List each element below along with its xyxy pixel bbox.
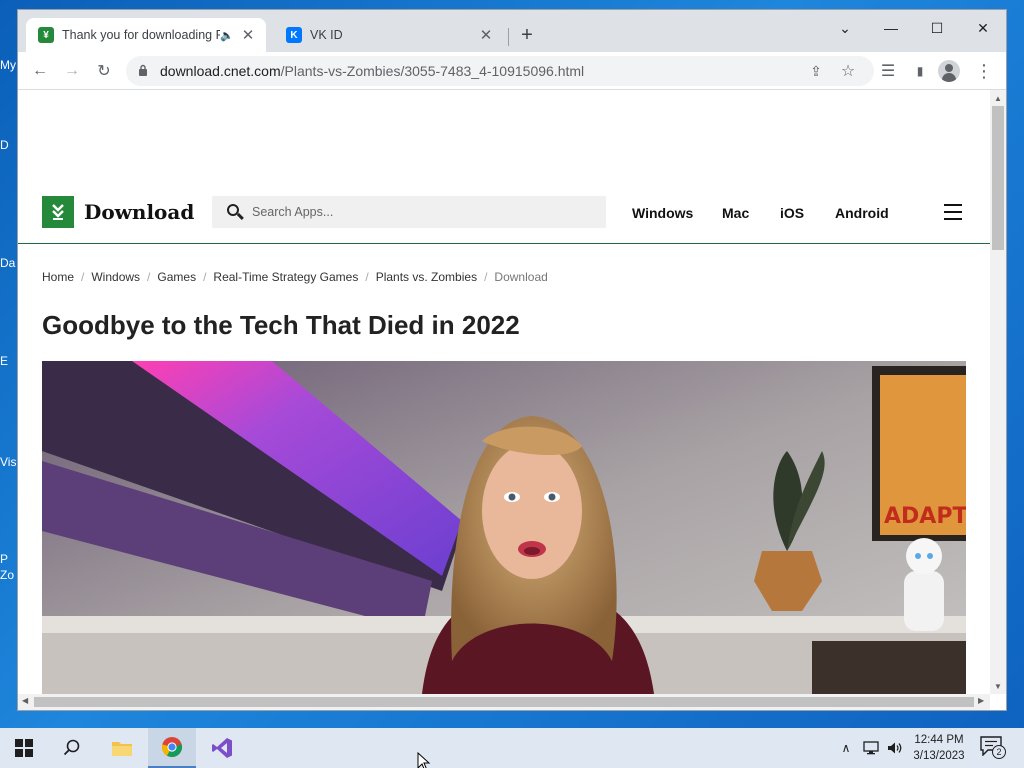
desktop-icon-label[interactable]: D bbox=[0, 138, 18, 152]
desktop-icon-label[interactable]: P bbox=[0, 552, 18, 566]
tab-vk-id[interactable]: K VK ID ✕ bbox=[274, 18, 504, 52]
search-icon[interactable] bbox=[226, 203, 244, 221]
download-logo-icon bbox=[42, 196, 74, 228]
network-icon[interactable] bbox=[862, 738, 880, 758]
video-player[interactable]: ADAPT bbox=[42, 361, 966, 694]
speaker-icon[interactable]: 🔈 bbox=[220, 29, 234, 42]
tab-divider bbox=[508, 28, 509, 46]
new-tab-button[interactable]: + bbox=[516, 24, 538, 46]
lock-icon[interactable] bbox=[138, 64, 150, 79]
start-button[interactable] bbox=[0, 728, 48, 768]
vertical-scrollbar-thumb[interactable] bbox=[992, 106, 1004, 250]
windows-logo-icon bbox=[15, 739, 33, 757]
bookmark-star-icon[interactable]: ☆ bbox=[838, 61, 858, 81]
close-tab-icon[interactable]: ✕ bbox=[478, 27, 494, 44]
scroll-up-arrow-icon[interactable]: ▲ bbox=[994, 94, 1002, 103]
nav-mac[interactable]: Mac bbox=[722, 205, 749, 221]
search-input[interactable] bbox=[252, 205, 592, 219]
site-logo[interactable]: Download bbox=[42, 196, 194, 228]
close-window-button[interactable]: ✕ bbox=[960, 14, 1006, 42]
clock[interactable]: 12:44 PM 3/13/2023 bbox=[906, 732, 972, 764]
breadcrumb: Home / Windows / Games / Real-Time Strategy Ga… bbox=[42, 270, 548, 284]
forward-button[interactable]: → bbox=[58, 58, 86, 84]
browser-window: ¥ Thank you for downloading Plants vs. Z… bbox=[18, 10, 1006, 710]
minimize-button[interactable]: — bbox=[868, 14, 914, 42]
browser-menu-icon[interactable]: ⋮ bbox=[970, 58, 998, 84]
horizontal-scrollbar-thumb[interactable] bbox=[34, 697, 974, 707]
desktop-icon-label[interactable]: Zo bbox=[0, 568, 18, 582]
tab-title: VK ID bbox=[310, 28, 343, 42]
breadcrumb-windows[interactable]: Windows bbox=[91, 270, 140, 284]
download-favicon-icon: ¥ bbox=[38, 27, 54, 43]
nav-windows[interactable]: Windows bbox=[632, 205, 693, 221]
notification-center-button[interactable]: 2 bbox=[980, 736, 1006, 760]
url-host: download.cnet.com bbox=[160, 63, 281, 79]
desktop-icon-label[interactable]: Da bbox=[0, 256, 18, 270]
breadcrumb-plants-vs-zombies[interactable]: Plants vs. Zombies bbox=[376, 270, 477, 284]
clock-time: 12:44 PM bbox=[914, 734, 964, 746]
search-icon bbox=[63, 739, 80, 756]
back-button[interactable]: ← bbox=[26, 58, 54, 84]
maximize-button[interactable]: ☐ bbox=[914, 14, 960, 42]
clock-date: 3/13/2023 bbox=[913, 750, 965, 762]
tab-search-button[interactable]: ⌄ bbox=[822, 14, 868, 42]
url-path: /Plants-vs-Zombies/3055-7483_4-10915096.… bbox=[280, 63, 585, 79]
logo-text: Download bbox=[84, 200, 195, 224]
breadcrumb-download: Download bbox=[494, 270, 548, 284]
page-viewport: Download Windows Mac iOS Android Home/Wi… bbox=[18, 90, 990, 694]
desktop-icon-label[interactable]: E bbox=[0, 354, 18, 368]
taskbar: ∧ 12:44 PM 3/13/2023 2 bbox=[0, 728, 1024, 768]
show-hidden-icons-button[interactable]: ∧ bbox=[838, 738, 854, 758]
browser-toolbar: ← → ↻ download.cnet.com/Plants-vs-Zombie… bbox=[18, 52, 1006, 90]
taskbar-search-button[interactable] bbox=[48, 728, 96, 768]
tab-download[interactable]: ¥ Thank you for downloading Plants vs. Z… bbox=[26, 18, 266, 52]
file-explorer-button[interactable] bbox=[98, 728, 146, 768]
chrome-taskbar-button[interactable] bbox=[148, 728, 196, 768]
page-title: Goodbye to the Tech That Died in 2022 bbox=[42, 310, 520, 340]
volume-icon[interactable] bbox=[886, 738, 904, 758]
vertical-scrollbar[interactable]: ▲ ▼ bbox=[990, 90, 1006, 694]
notification-count-badge: 2 bbox=[992, 745, 1006, 759]
reading-list-icon[interactable]: ☰ bbox=[874, 58, 902, 84]
video-frame: ADAPT bbox=[42, 361, 966, 694]
address-bar[interactable]: download.cnet.com/Plants-vs-Zombies/3055… bbox=[126, 56, 874, 86]
profile-avatar-icon[interactable] bbox=[938, 60, 960, 82]
tab-strip: ¥ Thank you for downloading Plants vs. Z… bbox=[18, 10, 1006, 52]
breadcrumb-home[interactable]: Home bbox=[42, 270, 74, 284]
breadcrumb-rts-games[interactable]: Real-Time Strategy Games bbox=[213, 270, 358, 284]
side-panel-icon[interactable]: ▮ bbox=[906, 58, 934, 84]
scroll-right-arrow-icon[interactable]: ▶ bbox=[978, 696, 984, 705]
nav-ios[interactable]: iOS bbox=[780, 205, 804, 221]
tab-title: Thank you for downloading Plants vs. Zom… bbox=[62, 28, 220, 42]
desktop-icon-label[interactable]: My bbox=[0, 58, 18, 72]
vk-favicon-icon: K bbox=[286, 27, 302, 43]
scroll-down-arrow-icon[interactable]: ▼ bbox=[994, 682, 1002, 691]
desktop-icon-label[interactable]: Vis bbox=[0, 455, 18, 469]
visual-studio-icon bbox=[212, 738, 232, 758]
mouse-cursor bbox=[417, 752, 431, 768]
reload-button[interactable]: ↻ bbox=[90, 58, 118, 84]
hamburger-menu-icon[interactable] bbox=[944, 204, 962, 220]
site-search[interactable] bbox=[212, 196, 606, 228]
chrome-icon bbox=[161, 737, 183, 758]
visual-studio-button[interactable] bbox=[198, 728, 246, 768]
site-header: Download Windows Mac iOS Android bbox=[18, 190, 990, 244]
folder-icon bbox=[112, 742, 132, 756]
share-icon[interactable]: ⇪ bbox=[806, 61, 826, 81]
breadcrumb-games[interactable]: Games bbox=[157, 270, 196, 284]
horizontal-scrollbar[interactable]: ◀ ▶ bbox=[18, 694, 990, 710]
scroll-left-arrow-icon[interactable]: ◀ bbox=[22, 696, 28, 705]
close-tab-icon[interactable]: ✕ bbox=[240, 27, 256, 44]
poster-text: ADAPT bbox=[884, 504, 966, 529]
nav-android[interactable]: Android bbox=[835, 205, 889, 221]
